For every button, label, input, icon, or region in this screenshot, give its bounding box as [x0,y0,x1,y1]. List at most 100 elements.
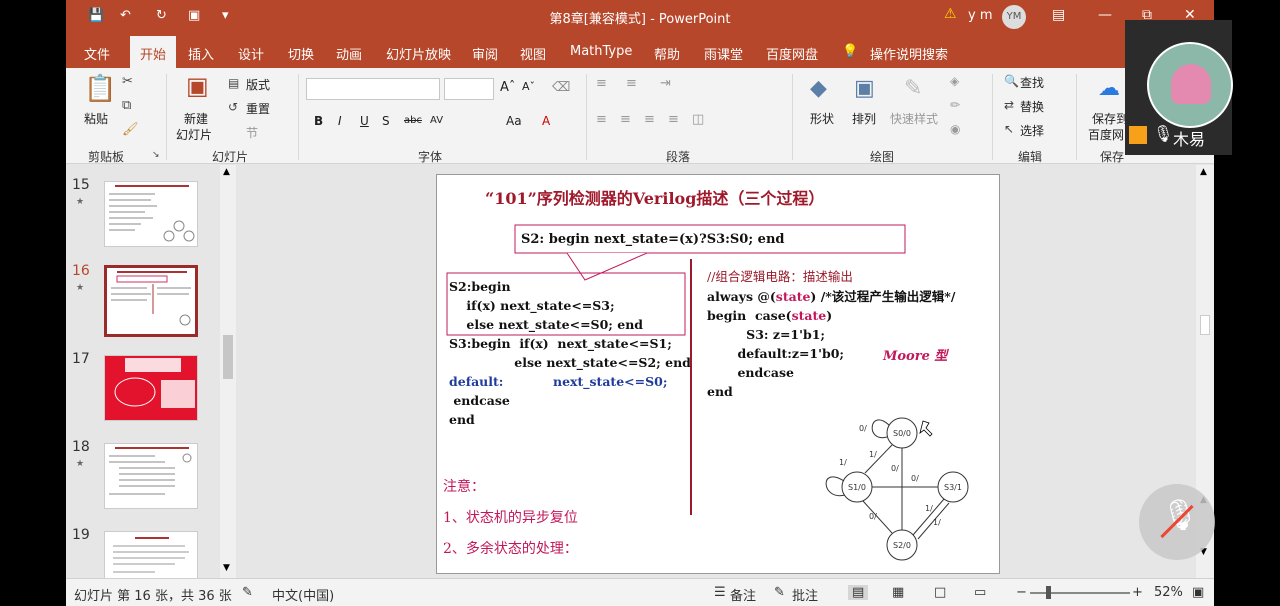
zoom-level[interactable]: 52% [1154,585,1183,600]
baidu-netdisk-icon[interactable]: ☁ [1098,76,1120,101]
shape-outline-icon[interactable]: ✏ [950,98,960,112]
tab-animations[interactable]: 动画 [336,44,362,63]
save-to-baidu-label[interactable]: 百度网 [1088,126,1124,143]
new-slide-button[interactable]: 新建 [184,110,208,127]
tab-insert[interactable]: 插入 [188,44,214,63]
tab-slideshow[interactable]: 幻灯片放映 [386,44,451,63]
justify-icon[interactable]: ≡ [668,112,679,127]
mute-microphone-button[interactable]: 🎙 [1139,484,1215,560]
align-right-icon[interactable]: ≡ [644,112,655,127]
scrollbar-thumb[interactable] [1200,315,1210,335]
replace-icon[interactable]: ⇄ [1004,98,1014,112]
scroll-down-icon[interactable]: ▼ [223,563,230,573]
indent-icon[interactable]: ⇥ [660,76,671,91]
shapes-icon[interactable]: ◆ [810,76,827,101]
slide-thumbnail-19[interactable] [104,531,198,579]
shape-effects-icon[interactable]: ◉ [950,122,960,136]
warning-icon[interactable]: ⚠ [944,6,957,22]
tab-transitions[interactable]: 切换 [288,44,314,63]
shapes-button[interactable]: 形状 [810,110,834,127]
zoom-slider[interactable] [1030,592,1130,594]
arrange-icon[interactable]: ▣ [854,76,875,101]
italic-button[interactable]: I [338,114,342,128]
arrange-button[interactable]: 排列 [852,110,876,127]
paste-icon[interactable]: 📋 [84,74,116,104]
paste-button[interactable]: 粘贴 [84,110,108,127]
tab-mathtype[interactable]: MathType [570,44,632,59]
clear-formatting-icon[interactable]: ⌫ [552,80,570,95]
layout-button[interactable]: 版式 [246,76,270,93]
user-name[interactable]: y m [968,8,993,23]
current-slide[interactable]: “101”序列检测器的Verilog描述（三个过程） S0/0 S1/0 S3/… [436,174,1000,574]
comments-icon[interactable]: ✎ [774,585,785,600]
slide-thumbnail-15[interactable] [104,181,198,247]
columns-icon[interactable]: ◫ [692,112,704,127]
language-indicator[interactable]: 中文(中国) [272,585,334,604]
new-slide-button-label[interactable]: 幻灯片 [176,126,212,143]
font-size-input[interactable] [444,78,494,100]
find-icon[interactable]: 🔍 [1004,74,1019,88]
spell-check-icon[interactable]: ✎ [242,585,253,600]
tab-review[interactable]: 审阅 [472,44,498,63]
tell-me-search[interactable]: 操作说明搜索 [870,44,948,63]
font-color-button[interactable]: A [542,114,550,128]
align-left-icon[interactable]: ≡ [596,112,607,127]
slide-sorter-icon[interactable]: ▦ [892,585,904,600]
tab-view[interactable]: 视图 [520,44,546,63]
align-center-icon[interactable]: ≡ [620,112,631,127]
section-button[interactable]: 节 [246,124,258,141]
fit-slide-icon[interactable]: ▣ [1192,585,1204,600]
increase-font-icon[interactable]: Aˆ [500,80,515,95]
tab-baidu-netdisk[interactable]: 百度网盘 [766,44,818,63]
quick-styles-button[interactable]: 快速样式 [890,110,938,127]
ribbon-display-options-icon[interactable]: ▤ [1052,7,1065,23]
minimize-icon[interactable]: — [1098,7,1112,23]
format-painter-icon[interactable]: 🖌 [122,122,139,137]
zoom-slider-thumb[interactable] [1046,586,1051,599]
shadow-button[interactable]: S [382,114,390,128]
bullets-icon[interactable]: ≡ [596,76,607,91]
scrollbar-thumb[interactable] [223,335,233,379]
slide-thumbnail-16[interactable] [104,265,198,337]
select-icon[interactable]: ↖ [1004,122,1014,136]
notes-button[interactable]: 备注 [730,585,756,604]
underline-button[interactable]: U [360,114,369,128]
change-case-button[interactable]: Aa [506,114,522,128]
normal-view-icon[interactable]: ▤ [848,585,869,600]
reset-icon[interactable]: ↺ [228,100,238,114]
tab-help[interactable]: 帮助 [654,44,680,63]
tab-rainclassroom[interactable]: 雨课堂 [704,44,743,63]
replace-button[interactable]: 替换 [1020,98,1044,115]
scroll-up-icon[interactable]: ▲ [223,167,230,177]
quick-styles-icon[interactable]: ✎ [904,76,922,101]
video-participant-tile[interactable]: 🎙 木易 [1125,20,1233,155]
notes-icon[interactable]: ☰ [714,585,726,600]
save-to-baidu-button[interactable]: 保存到 [1092,110,1128,127]
comments-button[interactable]: 批注 [792,585,818,604]
dialog-launcher-icon[interactable]: ↘ [152,150,160,160]
slide-thumbnail-18[interactable] [104,443,198,509]
zoom-in-icon[interactable]: + [1132,585,1143,600]
shape-fill-icon[interactable]: ◈ [950,74,959,88]
avatar[interactable]: YM [1002,5,1026,29]
slide-thumbnail-17[interactable] [104,355,198,421]
tab-file[interactable]: 文件 [84,44,110,63]
layout-icon[interactable]: ▤ [228,76,239,90]
zoom-out-icon[interactable]: − [1016,585,1027,600]
decrease-font-icon[interactable]: Aˇ [522,80,535,93]
font-name-input[interactable] [306,78,440,100]
numbering-icon[interactable]: ≡ [626,76,637,91]
scroll-up-icon[interactable]: ▲ [1200,167,1207,177]
copy-icon[interactable]: ⧉ [122,98,131,113]
find-button[interactable]: 查找 [1020,74,1044,91]
tab-home[interactable]: 开始 [130,36,177,68]
slideshow-icon[interactable]: ▭ [974,585,986,600]
thumbnail-scrollbar[interactable]: ▲ ▼ [220,165,236,578]
new-slide-icon[interactable]: ▣ [186,72,209,100]
cut-icon[interactable]: ✂ [122,74,133,89]
strikethrough-button[interactable]: abc [404,115,422,126]
select-button[interactable]: 选择 [1020,122,1044,139]
reading-view-icon[interactable]: □ [934,585,946,600]
character-spacing-button[interactable]: AV [430,115,443,126]
tab-design[interactable]: 设计 [238,44,264,63]
